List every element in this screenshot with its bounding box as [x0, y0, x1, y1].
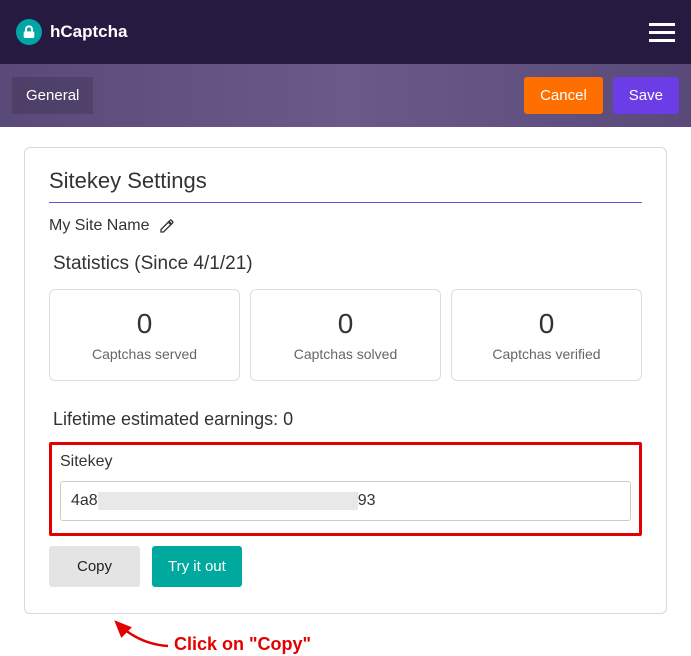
- stat-served: 0 Captchas served: [49, 289, 240, 381]
- page-title: Sitekey Settings: [49, 168, 642, 203]
- annotation: Click on "Copy": [118, 634, 691, 655]
- copy-row: Copy Try it out: [49, 546, 642, 587]
- stat-label: Captchas solved: [259, 346, 432, 362]
- statistics-title: Statistics (Since 4/1/21): [53, 253, 642, 275]
- menu-icon[interactable]: [649, 18, 675, 47]
- earnings-value: 0: [283, 409, 293, 429]
- edit-icon[interactable]: [159, 218, 175, 234]
- site-name-row: My Site Name: [49, 217, 642, 235]
- logo-icon: [16, 19, 42, 45]
- sitekey-label: Sitekey: [60, 453, 631, 471]
- top-bar: hCaptcha: [0, 0, 691, 64]
- arrow-icon: [108, 616, 178, 656]
- brand-text: hCaptcha: [50, 22, 127, 42]
- statistics-row: 0 Captchas served 0 Captchas solved 0 Ca…: [49, 289, 642, 381]
- copy-button[interactable]: Copy: [49, 546, 140, 587]
- try-it-out-button[interactable]: Try it out: [152, 546, 242, 587]
- sitekey-section: Sitekey 4a8 93: [49, 442, 642, 536]
- stat-label: Captchas verified: [460, 346, 633, 362]
- sitekey-suffix: 93: [358, 492, 376, 510]
- action-buttons: Cancel Save: [524, 77, 679, 114]
- stat-verified: 0 Captchas verified: [451, 289, 642, 381]
- earnings-label: Lifetime estimated earnings:: [53, 409, 283, 429]
- sitekey-prefix: 4a8: [71, 492, 98, 510]
- sitekey-redacted: [98, 492, 358, 510]
- stat-solved: 0 Captchas solved: [250, 289, 441, 381]
- sitekey-field[interactable]: 4a8 93: [60, 481, 631, 521]
- stat-label: Captchas served: [58, 346, 231, 362]
- stat-value: 0: [259, 308, 432, 340]
- save-button[interactable]: Save: [613, 77, 679, 114]
- site-name: My Site Name: [49, 217, 149, 235]
- stat-value: 0: [460, 308, 633, 340]
- sub-bar: General Cancel Save: [0, 64, 691, 127]
- brand: hCaptcha: [16, 19, 127, 45]
- settings-card: Sitekey Settings My Site Name Statistics…: [24, 147, 667, 614]
- cancel-button[interactable]: Cancel: [524, 77, 603, 114]
- annotation-text: Click on "Copy": [174, 634, 311, 655]
- tab-general[interactable]: General: [12, 77, 93, 114]
- stat-value: 0: [58, 308, 231, 340]
- earnings-row: Lifetime estimated earnings: 0: [53, 409, 642, 430]
